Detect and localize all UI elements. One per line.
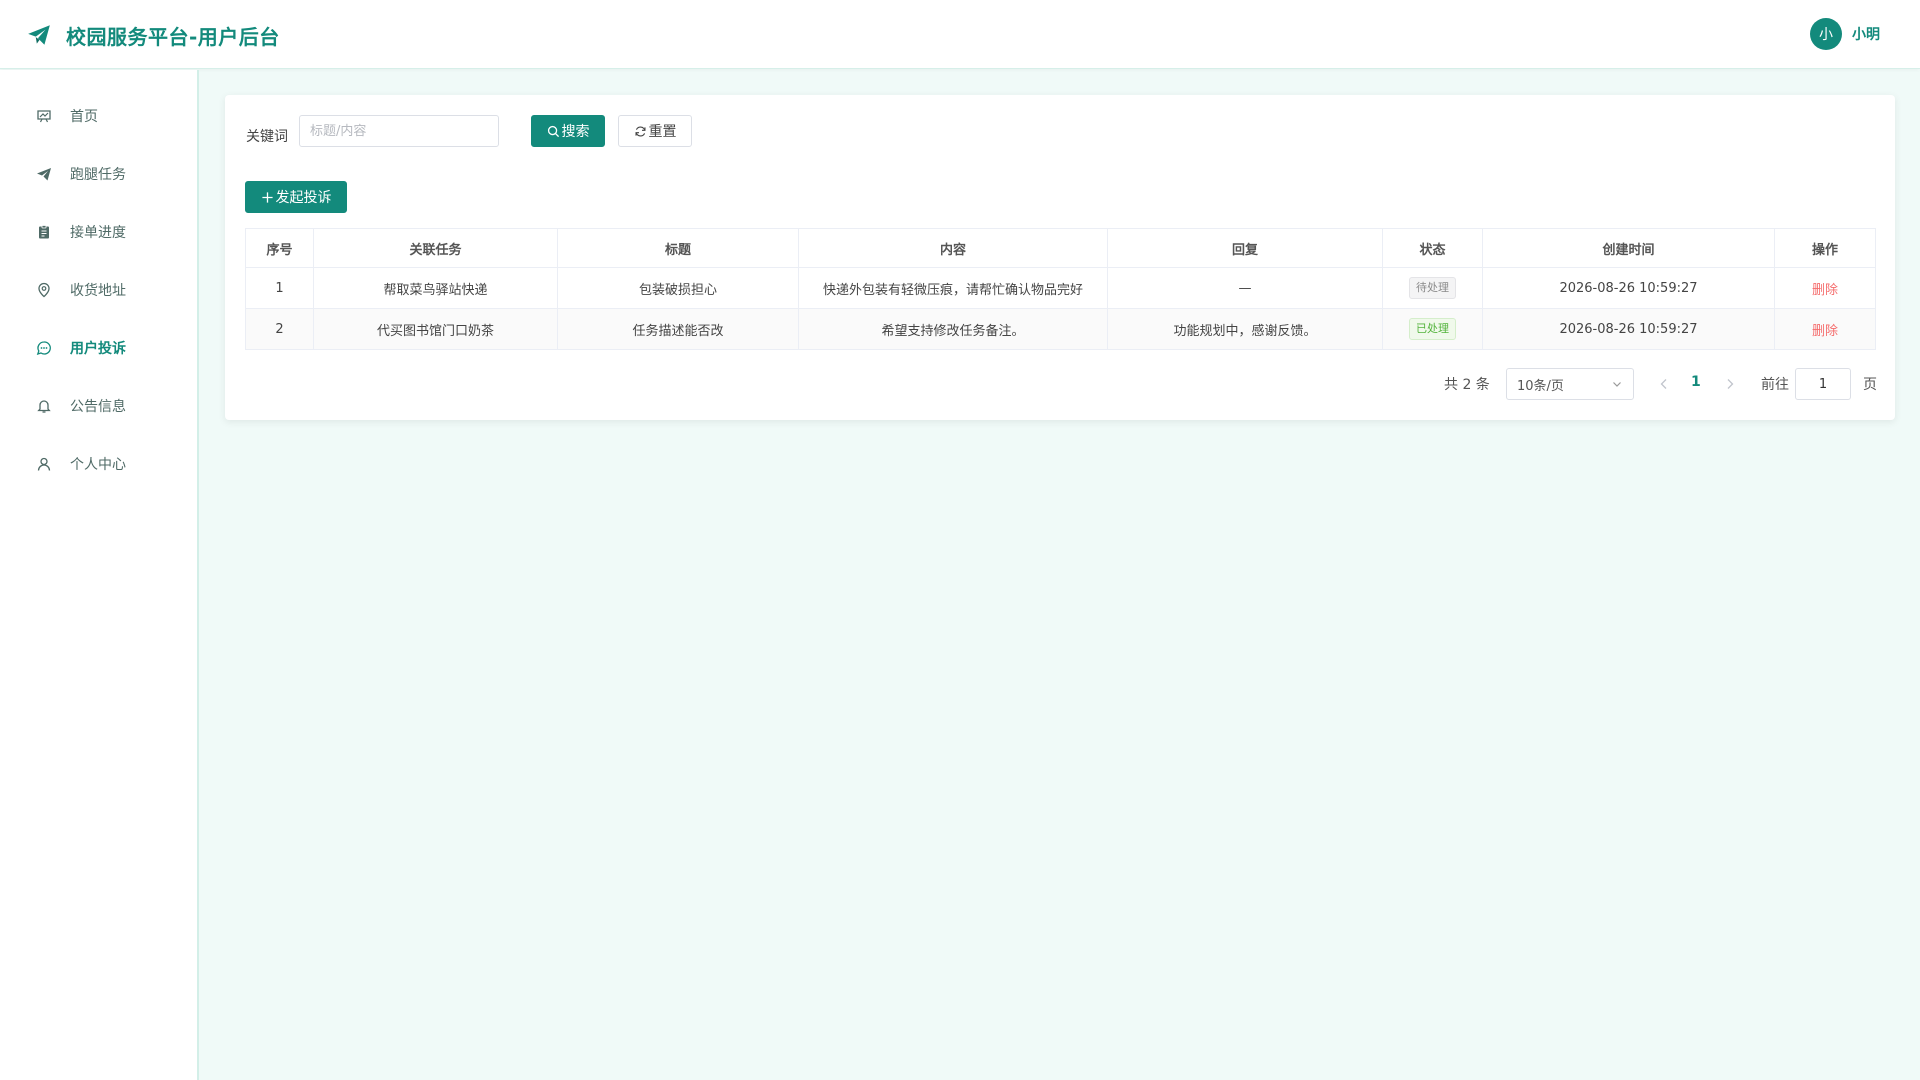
goto-suffix: 页	[1863, 377, 1877, 393]
cell-task: 帮取菜鸟驿站快递	[313, 267, 558, 309]
table-header-row: 序号 关联任务 标题 内容 回复 状态 创建时间 操作	[245, 228, 1876, 268]
search-button[interactable]: 搜索	[531, 115, 605, 147]
column-header: 回复	[1107, 228, 1383, 268]
goto-page-input[interactable]	[1795, 368, 1851, 400]
search-icon	[547, 125, 559, 137]
column-header: 关联任务	[313, 228, 558, 268]
paper-plane-logo-icon	[26, 22, 52, 48]
brand: 校园服务平台-用户后台	[26, 20, 280, 50]
sidebar: 首页 跑腿任务 接单进度 收货地址 用户投诉 公告信息 个人中心	[0, 70, 199, 1080]
sidebar-item-label: 个人中心	[70, 457, 126, 473]
cell-index: 1	[245, 267, 314, 309]
search-button-label: 搜索	[561, 124, 590, 140]
sidebar-item-order-progress[interactable]: 接单进度	[0, 208, 197, 256]
app-title: 校园服务平台-用户后台	[66, 24, 280, 49]
add-complaint-button[interactable]: 发起投诉	[245, 181, 347, 213]
cell-reply: —	[1107, 267, 1383, 309]
avatar[interactable]: 小	[1810, 18, 1842, 50]
cell-created: 2026-08-26 10:59:27	[1482, 308, 1775, 350]
cell-title: 任务描述能否改	[557, 308, 799, 350]
column-header: 操作	[1774, 228, 1876, 268]
cell-created: 2026-08-26 10:59:27	[1482, 267, 1775, 309]
cell-reply: 功能规划中，感谢反馈。	[1107, 308, 1383, 350]
sidebar-item-label: 跑腿任务	[70, 167, 126, 183]
cell-status: 待处理	[1382, 267, 1483, 309]
page-size-value: 10条/页	[1517, 378, 1564, 394]
delete-button[interactable]: 删除	[1812, 283, 1838, 298]
page-size-select[interactable]: 10条/页	[1506, 368, 1634, 400]
cell-action: 删除	[1774, 308, 1876, 350]
reset-button-label: 重置	[648, 124, 677, 140]
sidebar-item-errand-tasks[interactable]: 跑腿任务	[0, 150, 197, 198]
sidebar-item-label: 首页	[70, 109, 98, 125]
cell-content: 快递外包装有轻微压痕，请帮忙确认物品完好	[798, 267, 1108, 309]
user-menu[interactable]: 小 小明	[1810, 18, 1880, 50]
paper-plane-icon	[36, 166, 52, 182]
complaints-panel: 关键词 搜索 重置 发起投诉 序号 关联任务 标题 内容 回复 状态 创建时间 …	[225, 95, 1895, 420]
keyword-input[interactable]	[299, 115, 499, 147]
add-complaint-label: 发起投诉	[275, 190, 332, 206]
presentation-board-icon	[36, 108, 52, 124]
cell-content: 希望支持修改任务备注。	[798, 308, 1108, 350]
table-row: 1 帮取菜鸟驿站快递 包装破损担心 快递外包装有轻微压痕，请帮忙确认物品完好 —…	[245, 267, 1876, 309]
username[interactable]: 小明	[1852, 24, 1880, 44]
cell-task: 代买图书馆门口奶茶	[313, 308, 558, 350]
column-header: 标题	[557, 228, 799, 268]
cell-status: 已处理	[1382, 308, 1483, 350]
chevron-left-icon[interactable]	[1656, 376, 1672, 392]
sidebar-item-label: 公告信息	[70, 399, 126, 415]
total-count: 共 2 条	[1444, 377, 1490, 393]
status-badge: 已处理	[1409, 318, 1456, 340]
user-icon	[36, 456, 52, 472]
sidebar-item-shipping-address[interactable]: 收货地址	[0, 266, 197, 314]
cell-action: 删除	[1774, 267, 1876, 309]
column-header: 创建时间	[1482, 228, 1775, 268]
chat-bubble-icon	[36, 340, 52, 356]
sidebar-item-label: 用户投诉	[70, 341, 126, 357]
column-header: 状态	[1382, 228, 1483, 268]
clipboard-icon	[36, 224, 52, 240]
status-badge: 待处理	[1409, 277, 1456, 299]
cell-index: 2	[245, 308, 314, 350]
delete-button[interactable]: 删除	[1812, 324, 1838, 339]
complaints-table: 序号 关联任务 标题 内容 回复 状态 创建时间 操作 1 帮取菜鸟驿站快递 包…	[245, 228, 1876, 350]
page-number-current[interactable]: 1	[1691, 374, 1701, 390]
map-pin-icon	[36, 282, 52, 298]
table-row: 2 代买图书馆门口奶茶 任务描述能否改 希望支持修改任务备注。 功能规划中，感谢…	[245, 308, 1876, 350]
sidebar-item-user-complaints[interactable]: 用户投诉	[0, 324, 197, 372]
chevron-down-icon	[1613, 382, 1621, 387]
reset-button[interactable]: 重置	[618, 115, 692, 147]
sidebar-item-announcements[interactable]: 公告信息	[0, 382, 197, 430]
sidebar-item-profile[interactable]: 个人中心	[0, 440, 197, 488]
bell-icon	[36, 398, 52, 414]
top-header: 校园服务平台-用户后台 小 小明	[0, 0, 1920, 69]
refresh-icon	[634, 126, 646, 136]
sidebar-item-home[interactable]: 首页	[0, 92, 197, 140]
plus-icon	[261, 191, 273, 203]
goto-label: 前往	[1761, 377, 1789, 393]
column-header: 内容	[798, 228, 1108, 268]
column-header: 序号	[245, 228, 314, 268]
sidebar-item-label: 接单进度	[70, 225, 126, 241]
cell-title: 包装破损担心	[557, 267, 799, 309]
keyword-label: 关键词	[246, 129, 288, 145]
chevron-right-icon[interactable]	[1722, 376, 1738, 392]
sidebar-item-label: 收货地址	[70, 283, 126, 299]
